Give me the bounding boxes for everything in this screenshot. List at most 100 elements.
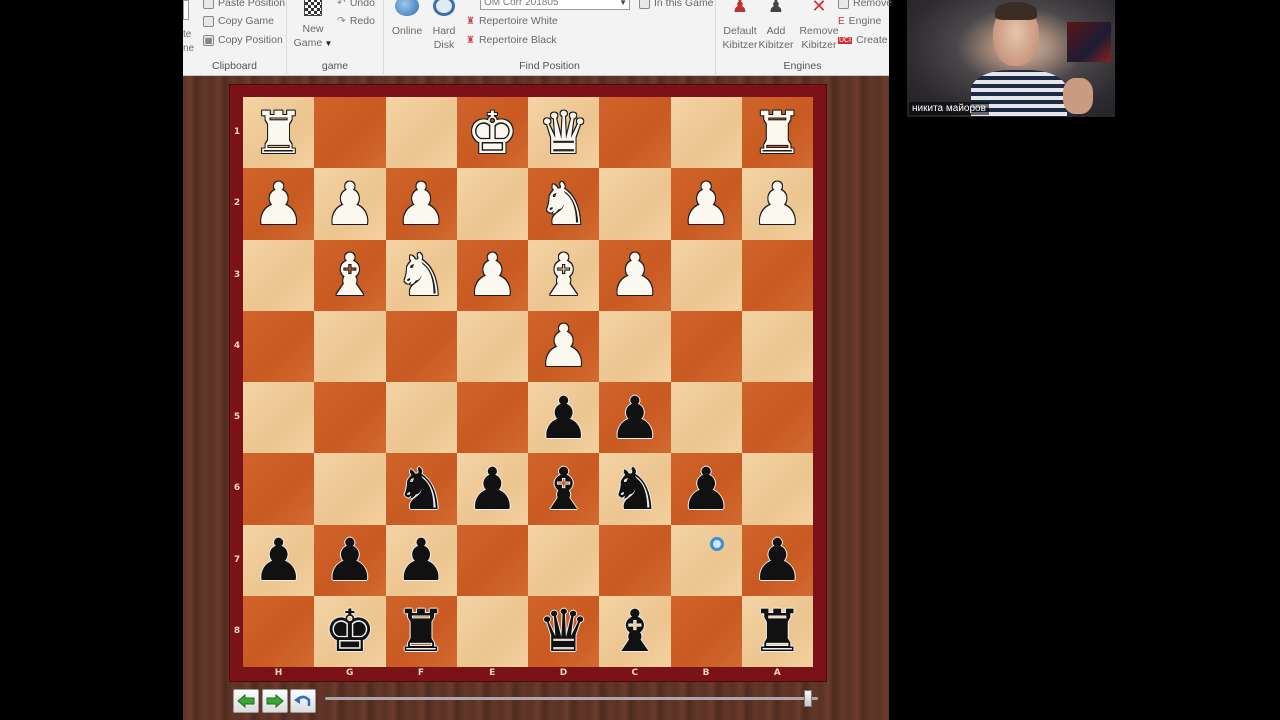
board-square-e3[interactable]: ♟ bbox=[456, 239, 528, 311]
board-square-c7[interactable] bbox=[599, 524, 671, 596]
black-rook-icon[interactable]: ♜ bbox=[395, 602, 447, 660]
board-square-h2[interactable]: ♟ bbox=[243, 168, 315, 240]
board-square-g6[interactable] bbox=[314, 453, 386, 525]
board-square-b2[interactable]: ♟ bbox=[670, 168, 742, 240]
black-queen-icon[interactable]: ♛ bbox=[538, 602, 590, 660]
white-pawn-icon[interactable]: ♟ bbox=[395, 175, 447, 233]
board-square-h1[interactable]: ♜ bbox=[243, 97, 315, 169]
white-bishop-icon[interactable]: ♝ bbox=[324, 246, 376, 304]
board-square-d6[interactable]: ♝ bbox=[528, 453, 600, 525]
board-square-f8[interactable]: ♜ bbox=[385, 595, 457, 667]
repertoire-white-button[interactable]: ♜ Repertoire White bbox=[466, 14, 558, 28]
board-square-g5[interactable] bbox=[314, 382, 386, 454]
white-pawn-icon[interactable]: ♟ bbox=[253, 175, 305, 233]
board-square-e1[interactable]: ♚ bbox=[456, 97, 528, 169]
board-square-b8[interactable] bbox=[670, 595, 742, 667]
white-pawn-icon[interactable]: ♟ bbox=[466, 246, 518, 304]
board-square-g3[interactable]: ♝ bbox=[314, 239, 386, 311]
white-knight-icon[interactable]: ♞ bbox=[395, 246, 447, 304]
board-square-b5[interactable] bbox=[670, 382, 742, 454]
board-square-b7[interactable] bbox=[670, 524, 742, 596]
board-square-c5[interactable]: ♟ bbox=[599, 382, 671, 454]
board-square-c2[interactable] bbox=[599, 168, 671, 240]
black-rook-icon[interactable]: ♜ bbox=[751, 602, 803, 660]
board-square-h4[interactable] bbox=[243, 310, 315, 382]
white-king-icon[interactable]: ♚ bbox=[466, 104, 518, 162]
board-square-d8[interactable]: ♛ bbox=[528, 595, 600, 667]
board-square-a7[interactable]: ♟ bbox=[741, 524, 813, 596]
board-square-c4[interactable] bbox=[599, 310, 671, 382]
black-bishop-icon[interactable]: ♝ bbox=[609, 602, 661, 660]
board-square-a3[interactable] bbox=[741, 239, 813, 311]
board-square-a2[interactable]: ♟ bbox=[741, 168, 813, 240]
board-square-f3[interactable]: ♞ bbox=[385, 239, 457, 311]
hard-disk-button[interactable]: Hard Disk bbox=[426, 0, 462, 52]
black-pawn-icon[interactable]: ♟ bbox=[609, 389, 661, 447]
board-square-g8[interactable]: ♚ bbox=[314, 595, 386, 667]
board-square-d1[interactable]: ♛ bbox=[528, 97, 600, 169]
board-square-e8[interactable] bbox=[456, 595, 528, 667]
white-pawn-icon[interactable]: ♟ bbox=[538, 317, 590, 375]
engine-button[interactable]: E Engine bbox=[838, 14, 881, 28]
board-square-h5[interactable] bbox=[243, 382, 315, 454]
black-bishop-icon[interactable]: ♝ bbox=[538, 460, 590, 518]
board-square-e5[interactable] bbox=[456, 382, 528, 454]
board-square-d2[interactable]: ♞ bbox=[528, 168, 600, 240]
board-square-f4[interactable] bbox=[385, 310, 457, 382]
white-pawn-icon[interactable]: ♟ bbox=[609, 246, 661, 304]
board-square-f6[interactable]: ♞ bbox=[385, 453, 457, 525]
create-engine-button[interactable]: UCI Create bbox=[838, 33, 888, 47]
copy-game-button[interactable]: Copy Game bbox=[203, 14, 274, 28]
board-square-a6[interactable] bbox=[741, 453, 813, 525]
black-knight-icon[interactable]: ♞ bbox=[609, 460, 661, 518]
board-square-d5[interactable]: ♟ bbox=[528, 382, 600, 454]
board-square-b6[interactable]: ♟ bbox=[670, 453, 742, 525]
black-pawn-icon[interactable]: ♟ bbox=[680, 460, 732, 518]
board-square-h8[interactable] bbox=[243, 595, 315, 667]
board-square-e7[interactable] bbox=[456, 524, 528, 596]
white-rook-icon[interactable]: ♜ bbox=[751, 104, 803, 162]
move-slider-thumb[interactable] bbox=[804, 690, 813, 707]
board-square-f1[interactable] bbox=[385, 97, 457, 169]
board-square-c8[interactable]: ♝ bbox=[599, 595, 671, 667]
remove-kibitzer-button[interactable]: ✕ Remove Kibitzer bbox=[796, 0, 842, 52]
board-square-b4[interactable] bbox=[670, 310, 742, 382]
paste-position-button[interactable]: Paste Position bbox=[203, 0, 285, 10]
white-pawn-icon[interactable]: ♟ bbox=[680, 175, 732, 233]
board-square-f5[interactable] bbox=[385, 382, 457, 454]
board-square-c3[interactable]: ♟ bbox=[599, 239, 671, 311]
chessboard[interactable]: ♜ ♚ ♛ ♜ ♟ ♟ ♟ ♞ ♟ ♟ ♝ ♞ ♟ ♝ ♟ ♟ ♟ ♟ ♞ ♟ ♝ ♞ ♟ ♟ ♟ ♟ ♟ ♚ ♜ ♛ ♝ ♜ bbox=[243, 97, 813, 667]
board-square-h3[interactable] bbox=[243, 239, 315, 311]
black-pawn-icon[interactable]: ♟ bbox=[538, 389, 590, 447]
repertoire-black-button[interactable]: ♜ Repertoire Black bbox=[466, 33, 557, 47]
next-move-button[interactable] bbox=[262, 689, 288, 713]
redo-button[interactable]: ↷ Redo bbox=[337, 14, 375, 28]
board-square-g1[interactable] bbox=[314, 97, 386, 169]
black-pawn-icon[interactable]: ♟ bbox=[466, 460, 518, 518]
board-square-g4[interactable] bbox=[314, 310, 386, 382]
board-square-a1[interactable]: ♜ bbox=[741, 97, 813, 169]
white-rook-icon[interactable]: ♜ bbox=[253, 104, 305, 162]
board-square-b3[interactable] bbox=[670, 239, 742, 311]
database-select[interactable]: OM Corr 201805 ▼ bbox=[480, 0, 630, 10]
in-this-game-button[interactable]: In this Game bbox=[639, 0, 714, 10]
board-square-a8[interactable]: ♜ bbox=[741, 595, 813, 667]
board-square-f2[interactable]: ♟ bbox=[385, 168, 457, 240]
black-pawn-icon[interactable]: ♟ bbox=[253, 531, 305, 589]
board-square-h6[interactable] bbox=[243, 453, 315, 525]
move-slider-track[interactable] bbox=[325, 697, 818, 700]
black-pawn-icon[interactable]: ♟ bbox=[751, 531, 803, 589]
takeback-button[interactable] bbox=[290, 689, 316, 713]
board-square-g2[interactable]: ♟ bbox=[314, 168, 386, 240]
white-bishop-icon[interactable]: ♝ bbox=[538, 246, 590, 304]
previous-move-button[interactable] bbox=[233, 689, 259, 713]
new-game-button[interactable]: New Game ▼ bbox=[293, 0, 333, 51]
white-knight-icon[interactable]: ♞ bbox=[538, 175, 590, 233]
white-pawn-icon[interactable]: ♟ bbox=[324, 175, 376, 233]
board-square-d7[interactable] bbox=[528, 524, 600, 596]
board-square-c1[interactable] bbox=[599, 97, 671, 169]
black-king-icon[interactable]: ♚ bbox=[324, 602, 376, 660]
board-square-d4[interactable]: ♟ bbox=[528, 310, 600, 382]
board-square-h7[interactable]: ♟ bbox=[243, 524, 315, 596]
white-pawn-icon[interactable]: ♟ bbox=[751, 175, 803, 233]
